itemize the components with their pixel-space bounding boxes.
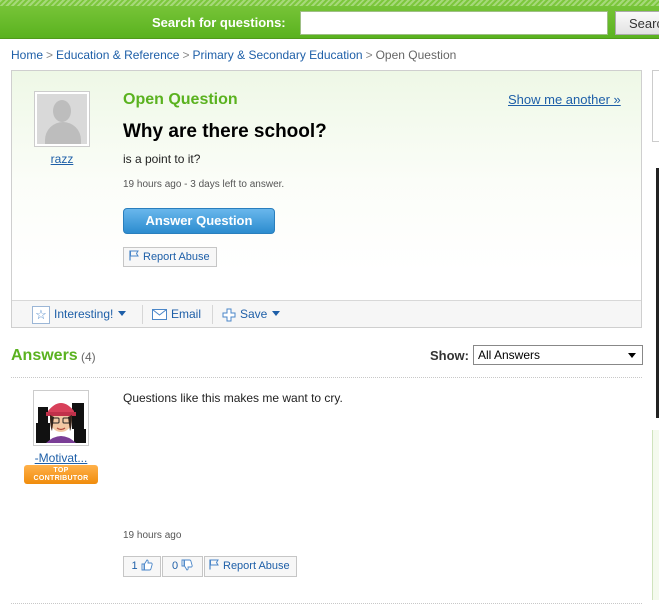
- breadcrumb-primary-secondary[interactable]: Primary & Secondary Education: [192, 48, 362, 62]
- thumbs-down-count: 0: [171, 560, 179, 572]
- top-search-bar: Search for questions: Search: [0, 0, 659, 39]
- report-abuse-button[interactable]: Report Abuse: [123, 247, 217, 267]
- question-body: is a point to it?: [123, 152, 201, 166]
- save-label: Save: [240, 307, 268, 321]
- question-status: Open Question: [123, 91, 238, 108]
- question-meta: 19 hours ago - 3 days left to answer.: [123, 179, 285, 190]
- email-button[interactable]: Email: [152, 301, 201, 328]
- answers-heading: Answers: [11, 347, 78, 364]
- top-contributor-badge: TOP CONTRIBUTOR: [24, 465, 98, 484]
- thumbs-up-button[interactable]: 1: [123, 556, 161, 577]
- answerer-avatar[interactable]: [33, 390, 89, 446]
- answer-question-button[interactable]: Answer Question: [123, 208, 275, 234]
- thumbs-up-count: 1: [131, 560, 138, 572]
- asker-avatar[interactable]: [34, 91, 90, 147]
- caret-down-icon: [628, 353, 636, 358]
- breadcrumb-separator: >: [365, 48, 373, 62]
- flag-icon: [129, 250, 139, 261]
- plus-icon: [222, 308, 236, 322]
- answer-filter-value: All Answers: [478, 348, 541, 362]
- breadcrumb-home[interactable]: Home: [11, 48, 43, 62]
- breadcrumb-current: Open Question: [375, 48, 457, 62]
- divider: [11, 377, 642, 378]
- report-abuse-label: Report Abuse: [143, 251, 210, 263]
- envelope-icon: [152, 309, 167, 321]
- answer-report-abuse-button[interactable]: Report Abuse: [204, 556, 297, 577]
- badge-line-2: CONTRIBUTOR: [33, 475, 89, 482]
- thumbs-down-button[interactable]: 0: [162, 556, 203, 577]
- answer-filter-select[interactable]: All Answers: [473, 345, 643, 365]
- answers-count: (4): [81, 350, 96, 364]
- breadcrumb-separator: >: [46, 48, 54, 62]
- badge-line-1: TOP: [53, 467, 69, 474]
- right-sidebar-panel: [652, 430, 659, 600]
- question-title: Why are there school?: [123, 121, 327, 142]
- thumbs-up-icon: [141, 559, 153, 571]
- asker-name[interactable]: razz: [34, 152, 90, 166]
- show-another-link[interactable]: Show me another »: [508, 92, 621, 107]
- caret-down-icon: [272, 311, 281, 316]
- breadcrumb: Home > Education & Reference > Primary & Sec…: [11, 48, 456, 62]
- thumbs-down-icon: [181, 559, 193, 571]
- email-label: Email: [171, 307, 202, 321]
- right-sidebar-box: [652, 70, 659, 142]
- interesting-button[interactable]: ☆ Interesting!: [32, 301, 127, 328]
- save-button[interactable]: Save: [222, 301, 281, 328]
- caret-down-icon: [118, 311, 127, 316]
- search-input[interactable]: [300, 11, 608, 35]
- breadcrumb-education-reference[interactable]: Education & Reference: [56, 48, 179, 62]
- question-toolbar: ☆ Interesting! Email Save: [12, 300, 641, 327]
- interesting-label: Interesting!: [54, 307, 114, 321]
- search-button[interactable]: Search: [615, 11, 659, 35]
- breadcrumb-separator: >: [182, 48, 190, 62]
- answer-report-abuse-label: Report Abuse: [223, 560, 290, 572]
- star-icon: ☆: [32, 305, 50, 324]
- divider: [11, 603, 642, 604]
- question-panel: razz Open Question Show me another » Why…: [11, 70, 642, 328]
- avatar-icon: [36, 393, 86, 443]
- answerer-name[interactable]: -Motivat...: [22, 451, 100, 465]
- search-label: Search for questions:: [152, 15, 286, 30]
- default-avatar-icon: [37, 94, 87, 144]
- flag-icon: [209, 559, 219, 570]
- answer-text: Questions like this makes me want to cry…: [123, 391, 343, 405]
- top-stripe: [0, 0, 659, 6]
- answer-time: 19 hours ago: [123, 530, 182, 541]
- show-filter-label: Show:: [430, 348, 469, 363]
